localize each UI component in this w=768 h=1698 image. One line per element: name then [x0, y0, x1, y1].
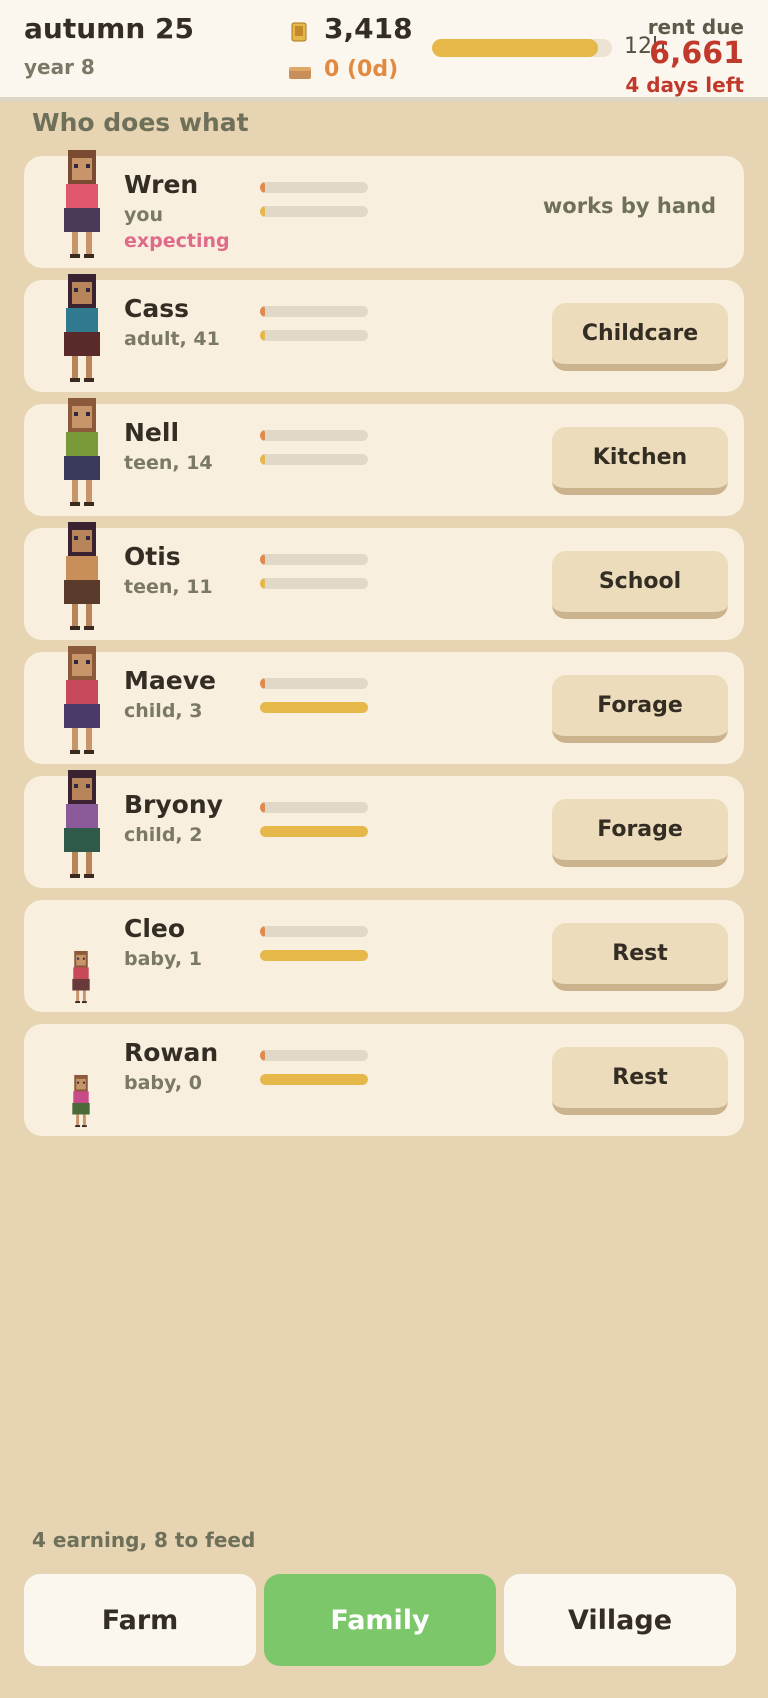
job-assign-button[interactable]: Rest: [552, 1047, 728, 1115]
member-name: Cass: [124, 294, 189, 323]
health-bar-fill: [260, 430, 266, 441]
health-bar: [260, 430, 368, 441]
member-card: Otis teen, 11 School: [24, 522, 744, 640]
health-bar-fill: [260, 926, 266, 937]
health-bar: [260, 678, 368, 689]
avatar-icon: [64, 522, 100, 630]
member-name: Wren: [124, 170, 199, 199]
mood-bar: [260, 578, 368, 589]
mood-bar-fill: [260, 826, 368, 837]
health-bar: [260, 182, 368, 193]
job-assign-button[interactable]: Childcare: [552, 303, 728, 371]
avatar-icon: [72, 950, 90, 1004]
rent-days-left: 4 days left: [625, 73, 744, 97]
member-card: Cass adult, 41 Childcare: [24, 274, 744, 392]
bread-icon: [289, 67, 311, 79]
member-card: Rowan baby, 0 Rest: [24, 1024, 744, 1136]
mood-bar-fill: [260, 206, 266, 217]
health-bar-fill: [260, 306, 266, 317]
job-assign-button[interactable]: Forage: [552, 799, 728, 867]
coin-jar-icon: [291, 22, 307, 42]
member-name: Cleo: [124, 914, 186, 943]
mood-bar-fill: [260, 702, 368, 713]
mood-bar-fill: [260, 950, 368, 961]
mood-bar: [260, 454, 368, 465]
member-age: child, 2: [124, 824, 203, 846]
member-age: you: [124, 204, 163, 226]
member-name: Otis: [124, 542, 181, 571]
health-bar-fill: [260, 182, 266, 193]
member-card: Bryony child, 2 Forage: [24, 770, 744, 888]
member-status-expecting: expecting: [124, 230, 230, 252]
rent-amount: 6,661: [649, 36, 744, 71]
avatar-icon: [72, 1074, 90, 1128]
day-progress-bar: [432, 39, 612, 57]
mood-bar: [260, 206, 368, 217]
mood-bar: [260, 950, 368, 961]
health-bar-fill: [260, 1050, 266, 1061]
work-status: works by hand: [542, 194, 716, 218]
member-card: Maeve child, 3 Forage: [24, 646, 744, 764]
mood-bar-fill: [260, 578, 266, 589]
member-card: Wren you expecting works by hand: [24, 150, 744, 268]
mood-bar-fill: [260, 330, 266, 341]
member-name: Rowan: [124, 1038, 219, 1067]
status-bar: autumn 25 year 8 3,418 0 (0d) 12h rent d…: [0, 0, 768, 102]
job-assign-button[interactable]: Rest: [552, 923, 728, 991]
nav-farm-button[interactable]: Farm: [24, 1574, 256, 1666]
section-title: Who does what: [32, 108, 249, 137]
health-bar-fill: [260, 554, 266, 565]
mood-bar-fill: [260, 454, 266, 465]
health-bar: [260, 554, 368, 565]
job-assign-button[interactable]: Kitchen: [552, 427, 728, 495]
earning-summary: 4 earning, 8 to feed: [32, 1528, 256, 1552]
mood-bar-fill: [260, 1074, 368, 1085]
avatar-icon: [64, 274, 100, 382]
food-stock: 0 (0d): [324, 57, 399, 82]
member-age: baby, 0: [124, 1072, 202, 1094]
member-age: child, 3: [124, 700, 203, 722]
member-name: Bryony: [124, 790, 223, 819]
year-label: year 8: [24, 55, 95, 79]
avatar-icon: [64, 398, 100, 506]
job-assign-button[interactable]: Forage: [552, 675, 728, 743]
mood-bar: [260, 702, 368, 713]
health-bar: [260, 926, 368, 937]
avatar-icon: [64, 150, 100, 258]
member-age: teen, 11: [124, 576, 213, 598]
nav-family-button[interactable]: Family: [264, 1574, 496, 1666]
member-name: Maeve: [124, 666, 216, 695]
avatar-icon: [64, 770, 100, 878]
member-card: Nell teen, 14 Kitchen: [24, 398, 744, 516]
member-name: Nell: [124, 418, 180, 447]
mood-bar: [260, 826, 368, 837]
health-bar-fill: [260, 802, 266, 813]
season-label: autumn 25: [24, 12, 194, 45]
nav-village-button[interactable]: Village: [504, 1574, 736, 1666]
coin-count: 3,418: [324, 12, 413, 45]
mood-bar: [260, 330, 368, 341]
health-bar-fill: [260, 678, 266, 689]
avatar-icon: [64, 646, 100, 754]
health-bar: [260, 1050, 368, 1061]
member-age: teen, 14: [124, 452, 213, 474]
member-card: Cleo baby, 1 Rest: [24, 900, 744, 1012]
member-age: baby, 1: [124, 948, 202, 970]
day-progress-fill: [432, 39, 598, 57]
health-bar: [260, 802, 368, 813]
health-bar: [260, 306, 368, 317]
job-assign-button[interactable]: School: [552, 551, 728, 619]
member-age: adult, 41: [124, 328, 220, 350]
mood-bar: [260, 1074, 368, 1085]
